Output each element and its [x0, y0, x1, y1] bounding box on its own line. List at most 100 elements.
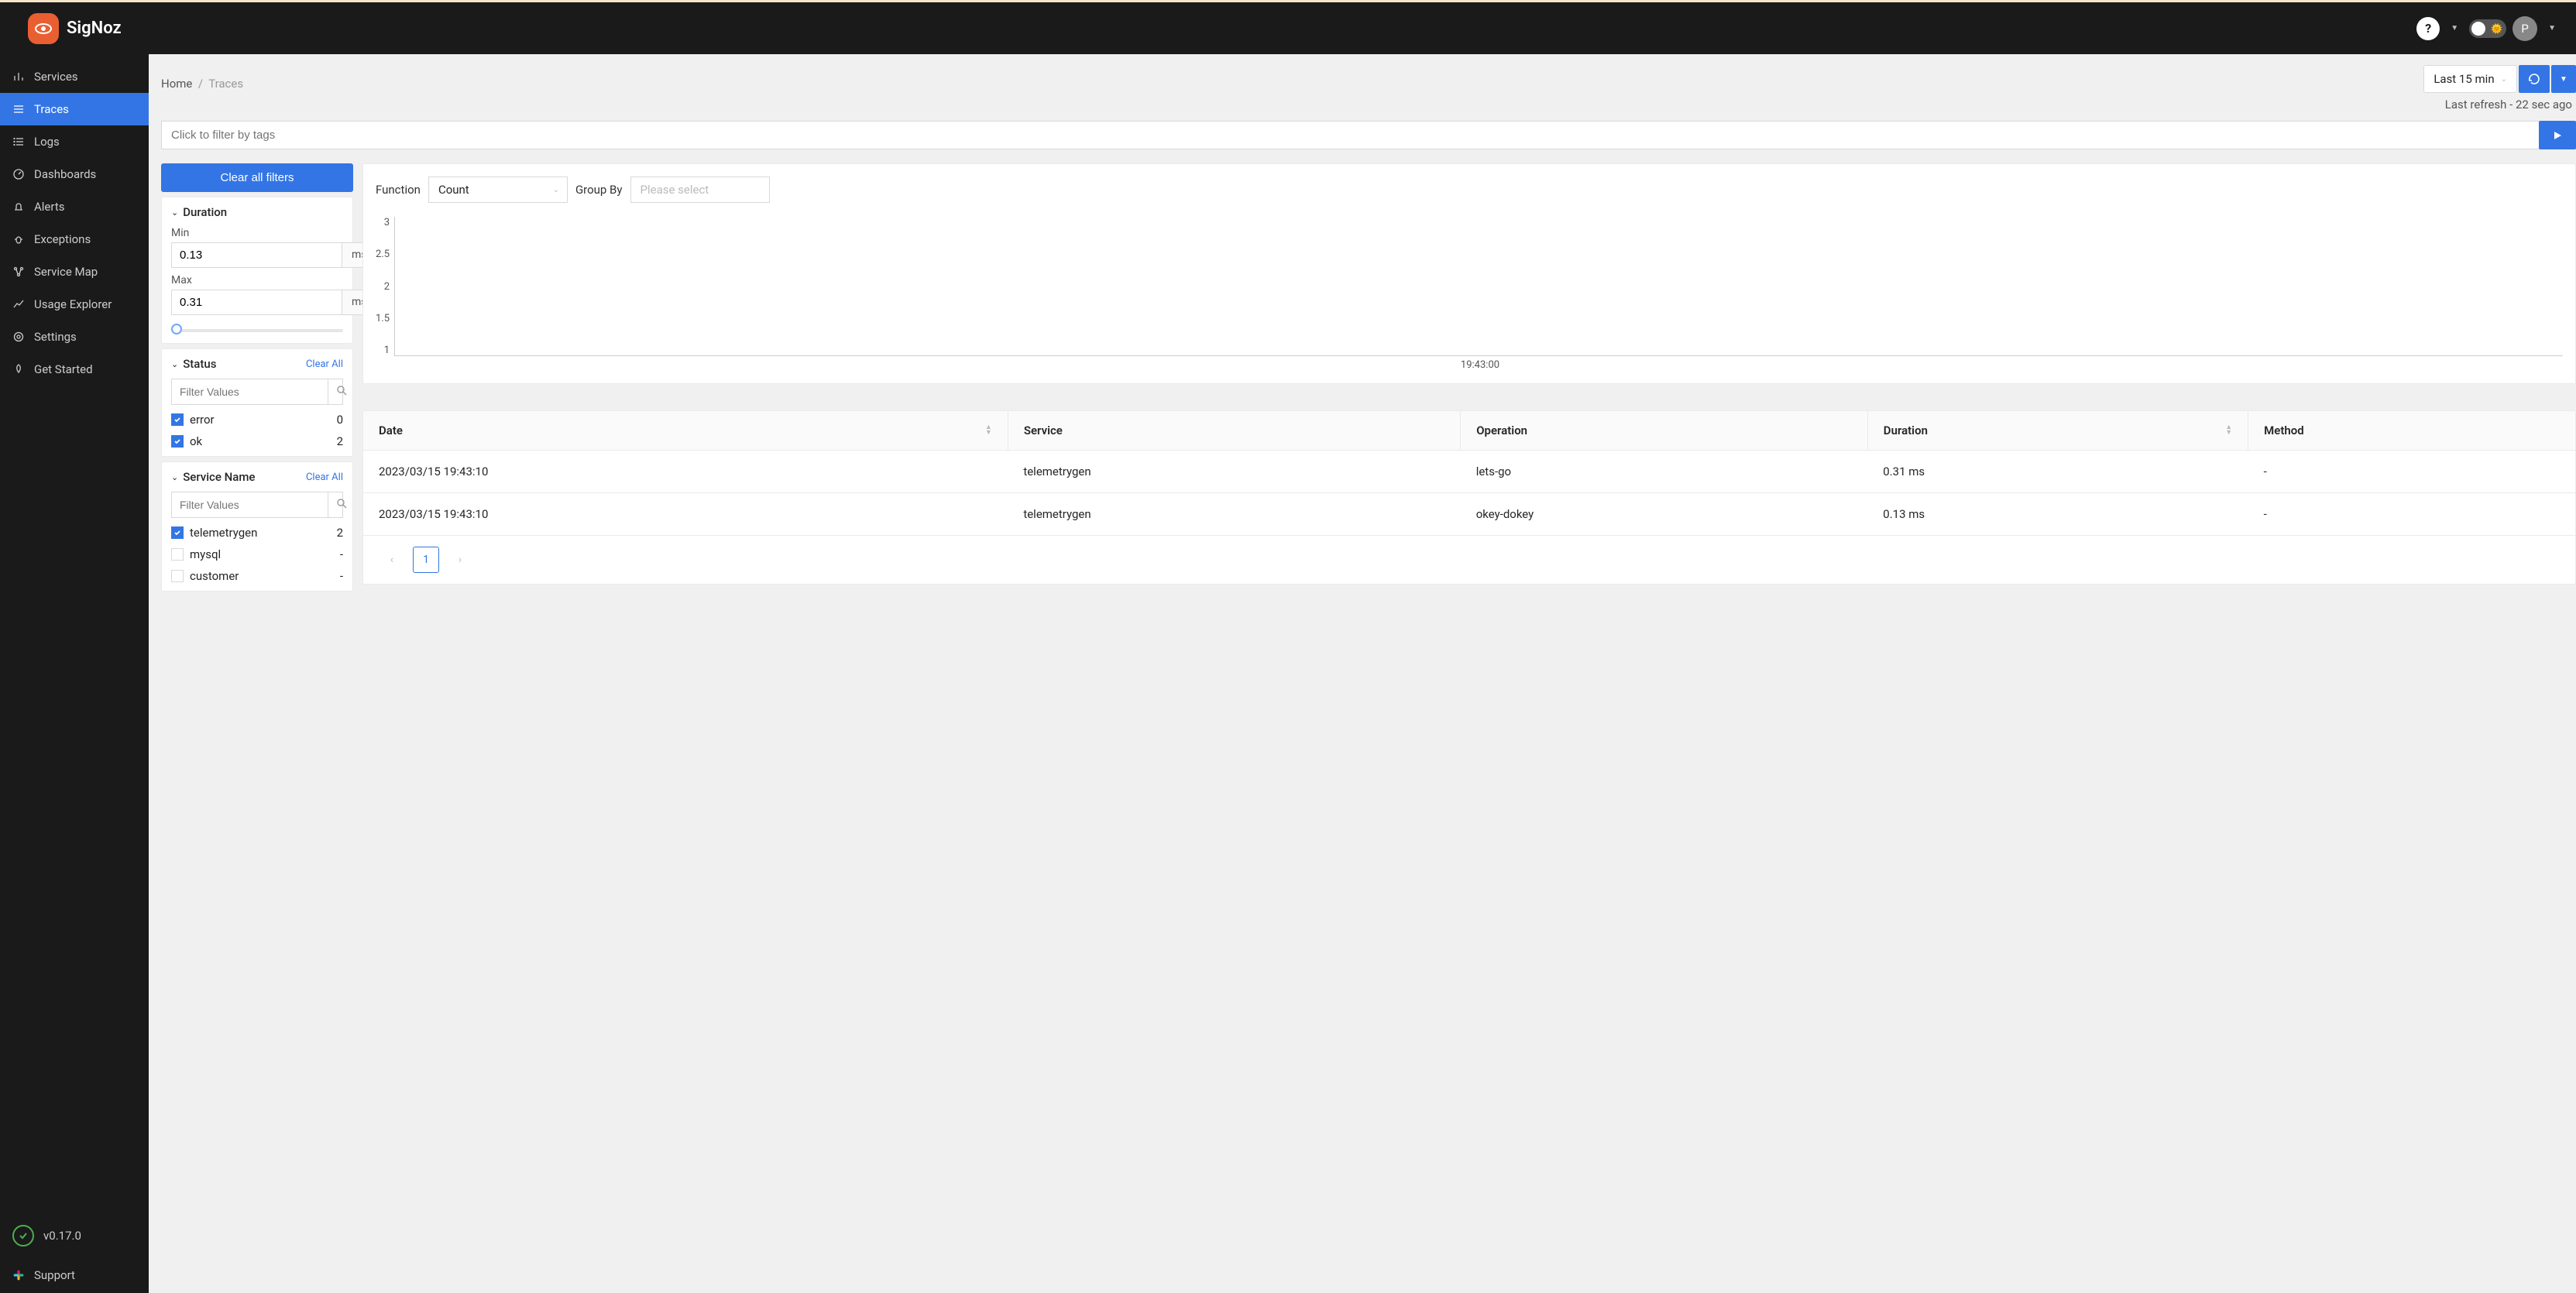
- line-chart-icon: [12, 298, 25, 310]
- cell-service: telemetrygen: [1008, 493, 1460, 536]
- breadcrumb-home[interactable]: Home: [161, 77, 192, 91]
- y-tick: 3: [384, 217, 390, 228]
- refresh-dropdown-button[interactable]: ▼: [2551, 65, 2576, 93]
- filter-count: 2: [337, 434, 343, 448]
- service-search-input[interactable]: [172, 492, 328, 517]
- filter-label: telemetrygen: [190, 526, 257, 540]
- groupby-select[interactable]: Please select: [630, 177, 770, 203]
- chevron-down-icon: ⌄: [2501, 75, 2507, 84]
- logo[interactable]: SigNoz: [28, 13, 122, 44]
- filter-checkbox-row[interactable]: ok 2: [171, 434, 343, 448]
- clear-status-link[interactable]: Clear All: [306, 358, 343, 370]
- table-row[interactable]: 2023/03/15 19:43:10telemetrygenokey-doke…: [363, 493, 2575, 536]
- clear-all-filters-button[interactable]: Clear all filters: [161, 163, 353, 192]
- theme-toggle[interactable]: 🌞: [2469, 19, 2506, 38]
- cell-method: -: [2248, 493, 2575, 536]
- filters-panel: Clear all filters ⌄ Duration Min ms: [161, 163, 353, 592]
- sidebar-item-services[interactable]: Services: [0, 60, 149, 93]
- search-icon[interactable]: [328, 492, 355, 517]
- sidebar-item-dashboards[interactable]: Dashboards: [0, 158, 149, 190]
- run-filter-button[interactable]: [2539, 121, 2576, 149]
- groupby-label: Group By: [575, 183, 623, 197]
- col-duration[interactable]: Duration▲▼: [1867, 411, 2248, 451]
- sidebar-label: Settings: [34, 330, 77, 344]
- avatar[interactable]: P: [2512, 16, 2537, 41]
- sidebar-item-settings[interactable]: Settings: [0, 321, 149, 353]
- sidebar-item-get-started[interactable]: Get Started: [0, 353, 149, 386]
- list-icon: [12, 135, 25, 148]
- tag-filter-input[interactable]: [161, 121, 2539, 149]
- max-input[interactable]: [171, 290, 342, 315]
- main-content: Home / Traces Last 15 min ⌄ ▼: [149, 54, 2576, 1293]
- clear-service-link[interactable]: Clear All: [306, 472, 343, 483]
- checkbox[interactable]: [171, 526, 184, 539]
- filter-label: ok: [190, 434, 202, 448]
- brand-name: SigNoz: [67, 19, 122, 38]
- col-service[interactable]: Service: [1008, 411, 1460, 451]
- menu-icon: [12, 103, 25, 115]
- cell-date: 2023/03/15 19:43:10: [363, 493, 1008, 536]
- checkbox[interactable]: [171, 570, 184, 582]
- filter-title: Status: [183, 357, 216, 371]
- function-label: Function: [376, 183, 421, 197]
- chart: 32.521.51: [376, 217, 2563, 356]
- search-icon[interactable]: [328, 379, 355, 404]
- checkbox[interactable]: [171, 413, 184, 426]
- checkbox[interactable]: [171, 435, 184, 448]
- topbar: SigNoz ? ▼ 🌞 P ▼: [0, 0, 2576, 54]
- sidebar-item-traces[interactable]: Traces: [0, 93, 149, 125]
- sidebar-item-exceptions[interactable]: Exceptions: [0, 223, 149, 256]
- time-range-select[interactable]: Last 15 min ⌄: [2423, 65, 2517, 93]
- cell-duration: 0.31 ms: [1867, 451, 2248, 493]
- sidebar-label: Service Map: [34, 265, 98, 279]
- traces-table: Date▲▼ Service Operation Duration▲▼ Meth…: [362, 410, 2576, 585]
- chevron-down-icon[interactable]: ▼: [2548, 24, 2556, 33]
- sidebar-item-alerts[interactable]: Alerts: [0, 190, 149, 223]
- filter-title: Duration: [183, 205, 227, 219]
- chevron-down-icon[interactable]: ⌄: [171, 359, 178, 369]
- chevron-down-icon[interactable]: ⌄: [171, 472, 178, 482]
- chart-panel: Function Count ⌄ Group By Please select …: [362, 163, 2576, 384]
- filter-label: customer: [190, 569, 239, 583]
- sidebar-item-usage-explorer[interactable]: Usage Explorer: [0, 288, 149, 321]
- help-button[interactable]: ?: [2416, 17, 2440, 40]
- filter-checkbox-row[interactable]: mysql-: [171, 547, 343, 561]
- chevron-down-icon[interactable]: ▼: [2451, 24, 2458, 33]
- filter-checkbox-row[interactable]: error0: [171, 413, 343, 427]
- col-operation[interactable]: Operation: [1461, 411, 1868, 451]
- status-search-input[interactable]: [172, 379, 328, 404]
- check-circle-icon: [12, 1225, 34, 1247]
- sidebar-version[interactable]: v0.17.0: [0, 1214, 149, 1257]
- logo-icon: [28, 13, 59, 44]
- prev-page-button[interactable]: ‹: [379, 547, 405, 573]
- next-page-button[interactable]: ›: [447, 547, 473, 573]
- chevron-down-icon[interactable]: ⌄: [171, 207, 178, 218]
- checkbox[interactable]: [171, 548, 184, 561]
- min-input[interactable]: [171, 242, 342, 268]
- function-select[interactable]: Count ⌄: [428, 177, 568, 203]
- sidebar-item-service-map[interactable]: Service Map: [0, 256, 149, 288]
- chevron-down-icon: ⌄: [553, 186, 559, 194]
- refresh-button[interactable]: [2519, 65, 2550, 93]
- filter-service-name: ⌄ Service Name Clear All telemetrygen2m: [161, 461, 353, 592]
- duration-slider[interactable]: [171, 326, 343, 335]
- sidebar: Services Traces Logs Dashboards Alerts E…: [0, 54, 149, 1293]
- cell-service: telemetrygen: [1008, 451, 1460, 493]
- col-date[interactable]: Date▲▼: [363, 411, 1008, 451]
- cell-operation: lets-go: [1461, 451, 1868, 493]
- version-label: v0.17.0: [43, 1229, 81, 1243]
- filter-checkbox-row[interactable]: telemetrygen2: [171, 526, 343, 540]
- sidebar-support[interactable]: Support: [0, 1257, 149, 1293]
- filter-checkbox-row[interactable]: customer-: [171, 569, 343, 583]
- table-row[interactable]: 2023/03/15 19:43:10telemetrygenlets-go0.…: [363, 451, 2575, 493]
- sidebar-item-logs[interactable]: Logs: [0, 125, 149, 158]
- filter-count: -: [340, 547, 343, 561]
- col-method[interactable]: Method: [2248, 411, 2575, 451]
- sidebar-label: Usage Explorer: [34, 297, 112, 311]
- y-tick: 2.5: [376, 249, 390, 260]
- plot-area[interactable]: [394, 217, 2563, 356]
- topbar-right: ? ▼ 🌞 P ▼: [2416, 16, 2561, 41]
- filter-status: ⌄ Status Clear All error0 ok 2: [161, 348, 353, 457]
- slider-handle[interactable]: [171, 324, 182, 334]
- page-number[interactable]: 1: [413, 547, 439, 573]
